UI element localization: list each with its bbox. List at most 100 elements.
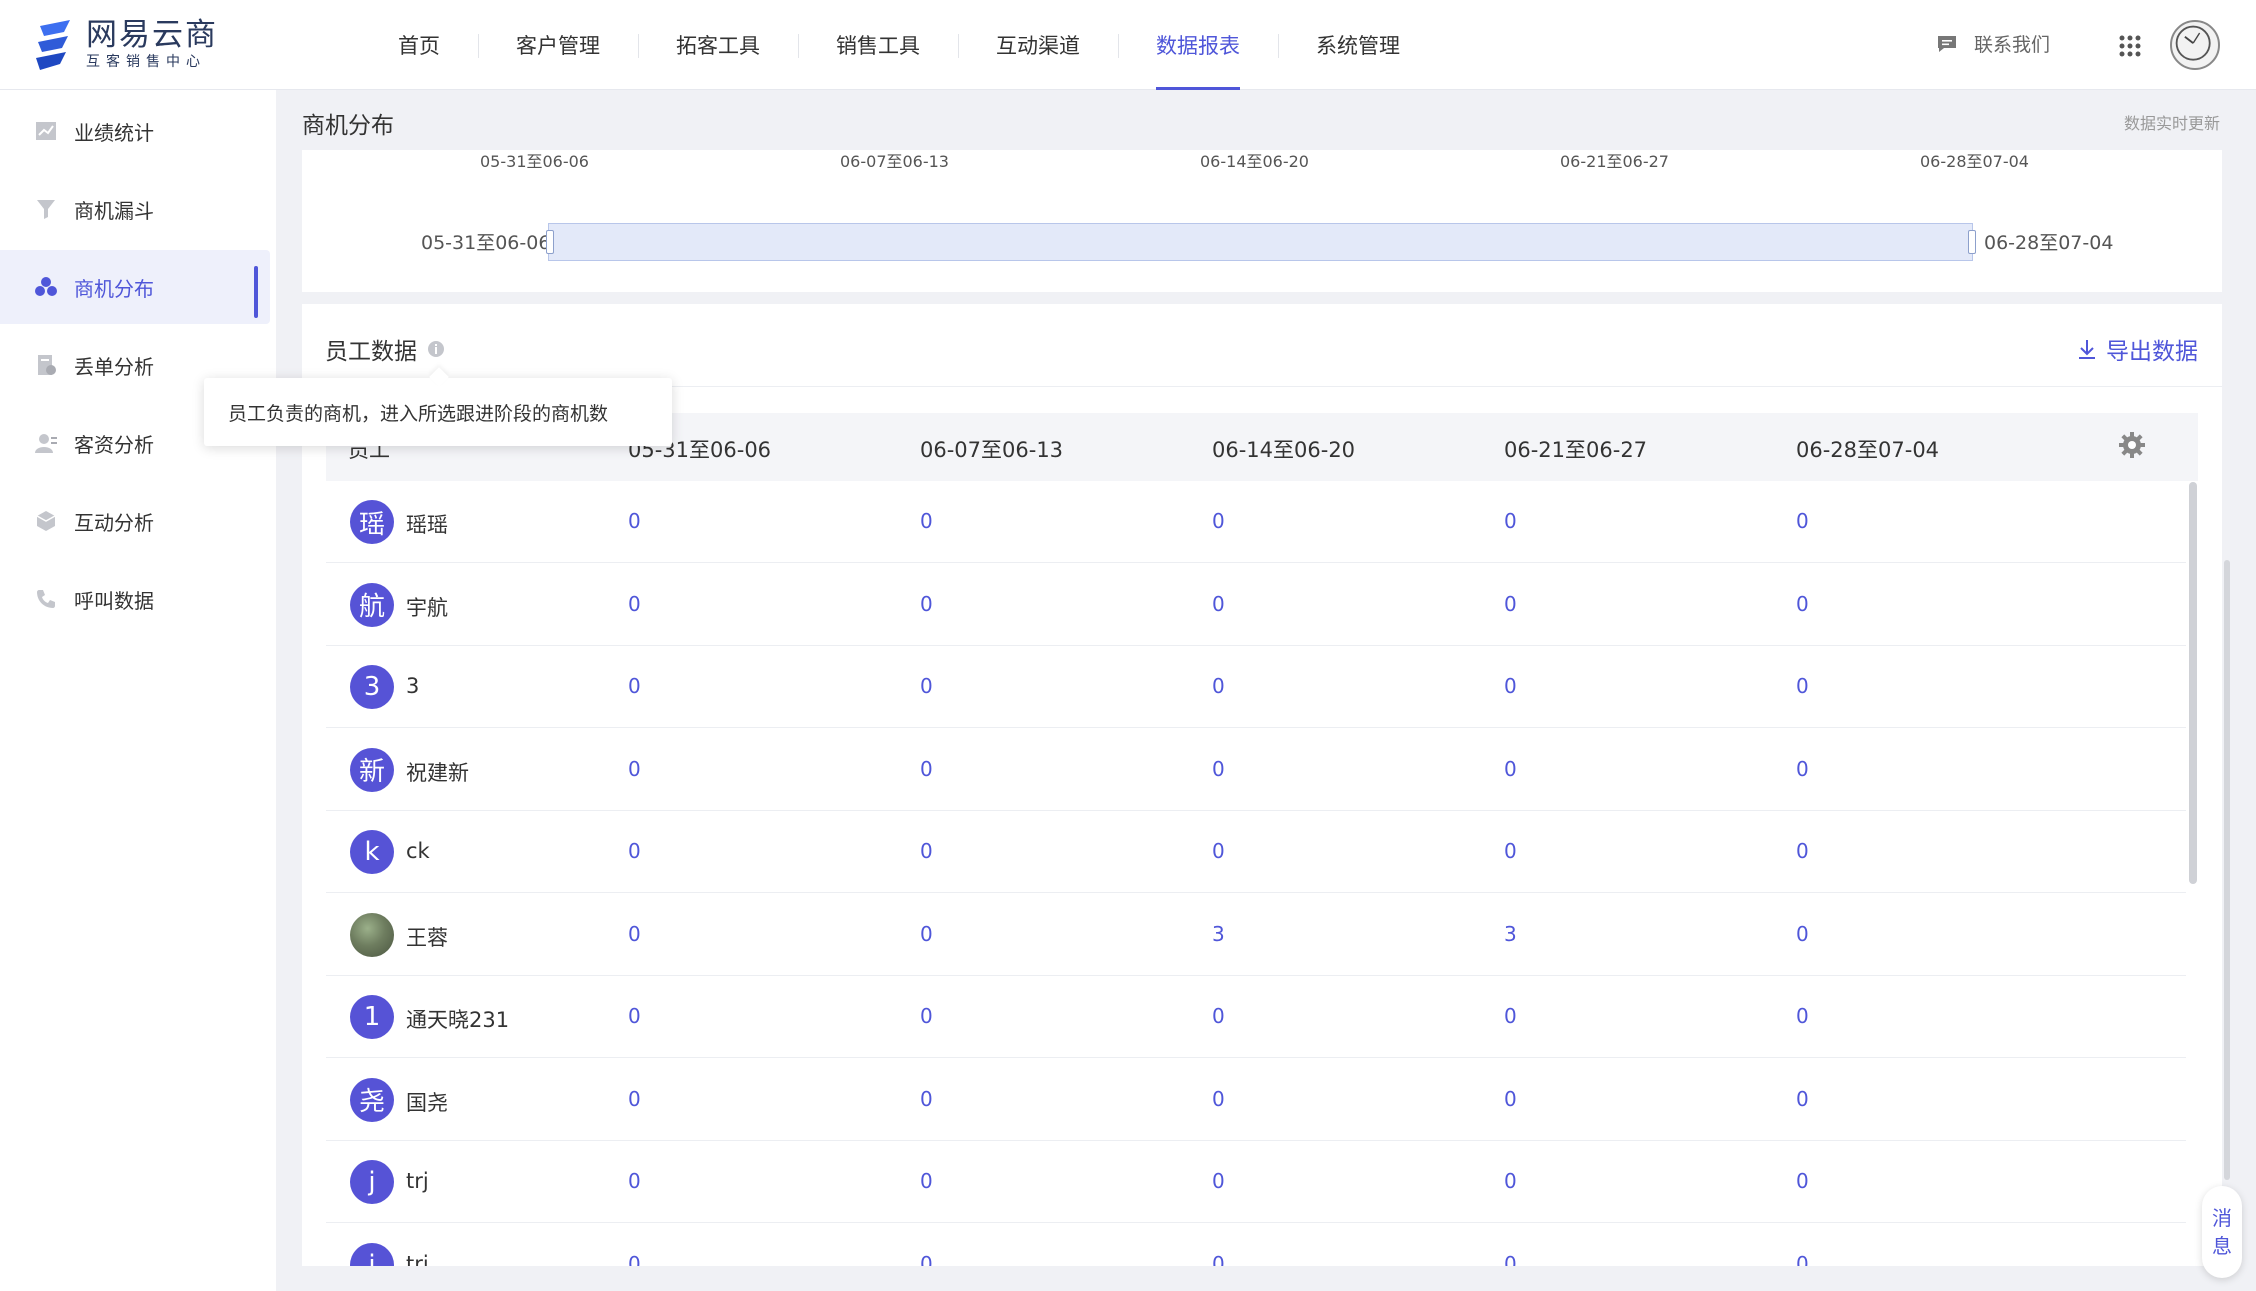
table-cell-count[interactable]: 0 — [1504, 592, 1517, 616]
table-cell-count[interactable]: 0 — [1212, 1004, 1225, 1028]
table-scrollbar-thumb[interactable] — [2189, 482, 2197, 884]
staff-name: 王蓉 — [406, 925, 448, 950]
staff-name: 宇航 — [406, 595, 448, 620]
table-row — [326, 811, 2186, 893]
range-slider[interactable] — [548, 223, 1973, 261]
info-icon[interactable] — [427, 340, 445, 358]
table-cell-count[interactable]: 0 — [628, 592, 641, 616]
gear-icon[interactable] — [2118, 431, 2146, 459]
nav-sales-tools[interactable]: 销售工具 — [798, 0, 958, 90]
table-cell-count[interactable]: 0 — [628, 1169, 641, 1193]
table-cell-count[interactable]: 0 — [920, 1004, 933, 1028]
range-start-handle[interactable] — [546, 230, 554, 254]
app-grid-icon[interactable] — [2118, 34, 2142, 58]
sidebar-item-label: 呼叫数据 — [74, 588, 154, 613]
table-cell-count[interactable]: 0 — [1796, 1169, 1809, 1193]
table-cell-count[interactable]: 0 — [920, 674, 933, 698]
contact-us-link[interactable]: 联系我们 — [1936, 30, 2050, 57]
sidebar-item-label: 客资分析 — [74, 432, 154, 457]
range-end-handle[interactable] — [1968, 230, 1976, 254]
table-row — [326, 564, 2186, 646]
phone-icon — [37, 590, 55, 608]
table-cell-count[interactable]: 0 — [628, 509, 641, 533]
table-cell-count[interactable]: 0 — [1504, 509, 1517, 533]
nav-prospect[interactable]: 拓客工具 — [638, 0, 798, 90]
staff-name: 国尧 — [406, 1090, 448, 1115]
chart-line-icon — [36, 122, 56, 140]
table-cell-count[interactable]: 0 — [1504, 1169, 1517, 1193]
staff-name: trj — [406, 1169, 429, 1193]
sidebar-item-label: 商机分布 — [74, 276, 154, 301]
realtime-note: 数据实时更新 — [2123, 114, 2220, 133]
column-header: 06-28至07-04 — [1796, 438, 1940, 462]
user-icon — [35, 434, 57, 453]
user-avatar[interactable] — [2170, 20, 2220, 70]
table-cell-count[interactable]: 0 — [628, 839, 641, 863]
chat-bubble-icon — [1938, 35, 1956, 52]
sidebar-item-calls[interactable]: 呼叫数据 — [0, 562, 270, 636]
table-cell-count[interactable]: 0 — [1212, 757, 1225, 781]
sidebar-item-label: 业绩统计 — [74, 120, 154, 145]
table-cell-count[interactable]: 0 — [1796, 592, 1809, 616]
timeline-label: 06-21至06-27 — [1560, 152, 1669, 171]
staff-avatar: 瑶 — [350, 500, 394, 544]
download-icon — [2079, 340, 2095, 359]
column-header: 06-07至06-13 — [920, 438, 1064, 462]
table-cell-count[interactable]: 0 — [1796, 509, 1809, 533]
table-cell-count[interactable]: 0 — [920, 757, 933, 781]
table-cell-count[interactable]: 0 — [1796, 1087, 1809, 1111]
table-cell-count[interactable]: 0 — [920, 839, 933, 863]
table-cell-count[interactable]: 0 — [1212, 1087, 1225, 1111]
sidebar-item-label: 丢单分析 — [74, 354, 154, 379]
logo[interactable]: 网易云商 互客销售中心 — [34, 18, 218, 72]
table-cell-count[interactable]: 0 — [1796, 1004, 1809, 1028]
page-scrollbar[interactable] — [2224, 560, 2230, 1180]
staff-avatar: 新 — [350, 747, 394, 792]
table-cell-count[interactable]: 0 — [1212, 839, 1225, 863]
table-cell-count[interactable]: 0 — [1212, 509, 1225, 533]
sidebar-item-distribution[interactable]: 商机分布 — [0, 250, 270, 324]
table-cell-count[interactable]: 0 — [1796, 839, 1809, 863]
column-header: 06-14至06-20 — [1212, 438, 1356, 462]
table-cell-count[interactable]: 0 — [1212, 592, 1225, 616]
table-cell-count[interactable]: 0 — [1796, 757, 1809, 781]
table-cell-count[interactable]: 0 — [920, 922, 933, 946]
table-cell-count[interactable]: 0 — [1796, 674, 1809, 698]
table-row — [326, 481, 2186, 563]
nav-reports[interactable]: 数据报表 — [1118, 0, 1278, 90]
logo-mark-icon — [36, 20, 70, 70]
table-cell-count[interactable]: 0 — [628, 757, 641, 781]
timeline-label: 06-28至07-04 — [1920, 152, 2029, 171]
nav-channels[interactable]: 互动渠道 — [958, 0, 1118, 90]
table-cell-count[interactable]: 3 — [1212, 922, 1225, 946]
export-data-button[interactable]: 导出数据 — [2076, 332, 2198, 366]
table-cell-count[interactable]: 0 — [1504, 1087, 1517, 1111]
table-cell-count[interactable]: 0 — [628, 674, 641, 698]
table-cell-count[interactable]: 0 — [1212, 674, 1225, 698]
page-bottom — [302, 1266, 2222, 1291]
table-row — [326, 1059, 2186, 1141]
sidebar-item-funnel[interactable]: 商机漏斗 — [0, 172, 270, 246]
table-cell-count[interactable]: 0 — [920, 1169, 933, 1193]
table-cell-count[interactable]: 0 — [1504, 1004, 1517, 1028]
table-cell-count[interactable]: 0 — [628, 1087, 641, 1111]
message-float-button[interactable]: 消 息 — [2202, 1186, 2242, 1278]
sidebar-item-performance[interactable]: 业绩统计 — [0, 94, 270, 168]
table-cell-count[interactable]: 0 — [1504, 674, 1517, 698]
table-cell-count[interactable]: 0 — [628, 1004, 641, 1028]
table-cell-count[interactable]: 0 — [1504, 757, 1517, 781]
table-cell-count[interactable]: 0 — [920, 592, 933, 616]
table-cell-count[interactable]: 0 — [1212, 1169, 1225, 1193]
table-cell-count[interactable]: 0 — [920, 1087, 933, 1111]
nav-system[interactable]: 系统管理 — [1278, 0, 1438, 90]
table-cell-count[interactable]: 0 — [628, 922, 641, 946]
nav-home[interactable]: 首页 — [360, 0, 478, 90]
table-cell-count[interactable]: 0 — [920, 509, 933, 533]
staff-title: 员工数据 — [325, 332, 445, 366]
cube-icon — [36, 511, 56, 531]
table-cell-count[interactable]: 0 — [1796, 922, 1809, 946]
nav-customer[interactable]: 客户管理 — [478, 0, 638, 90]
sidebar-item-interaction[interactable]: 互动分析 — [0, 484, 270, 558]
table-cell-count[interactable]: 3 — [1504, 922, 1517, 946]
table-cell-count[interactable]: 0 — [1504, 839, 1517, 863]
